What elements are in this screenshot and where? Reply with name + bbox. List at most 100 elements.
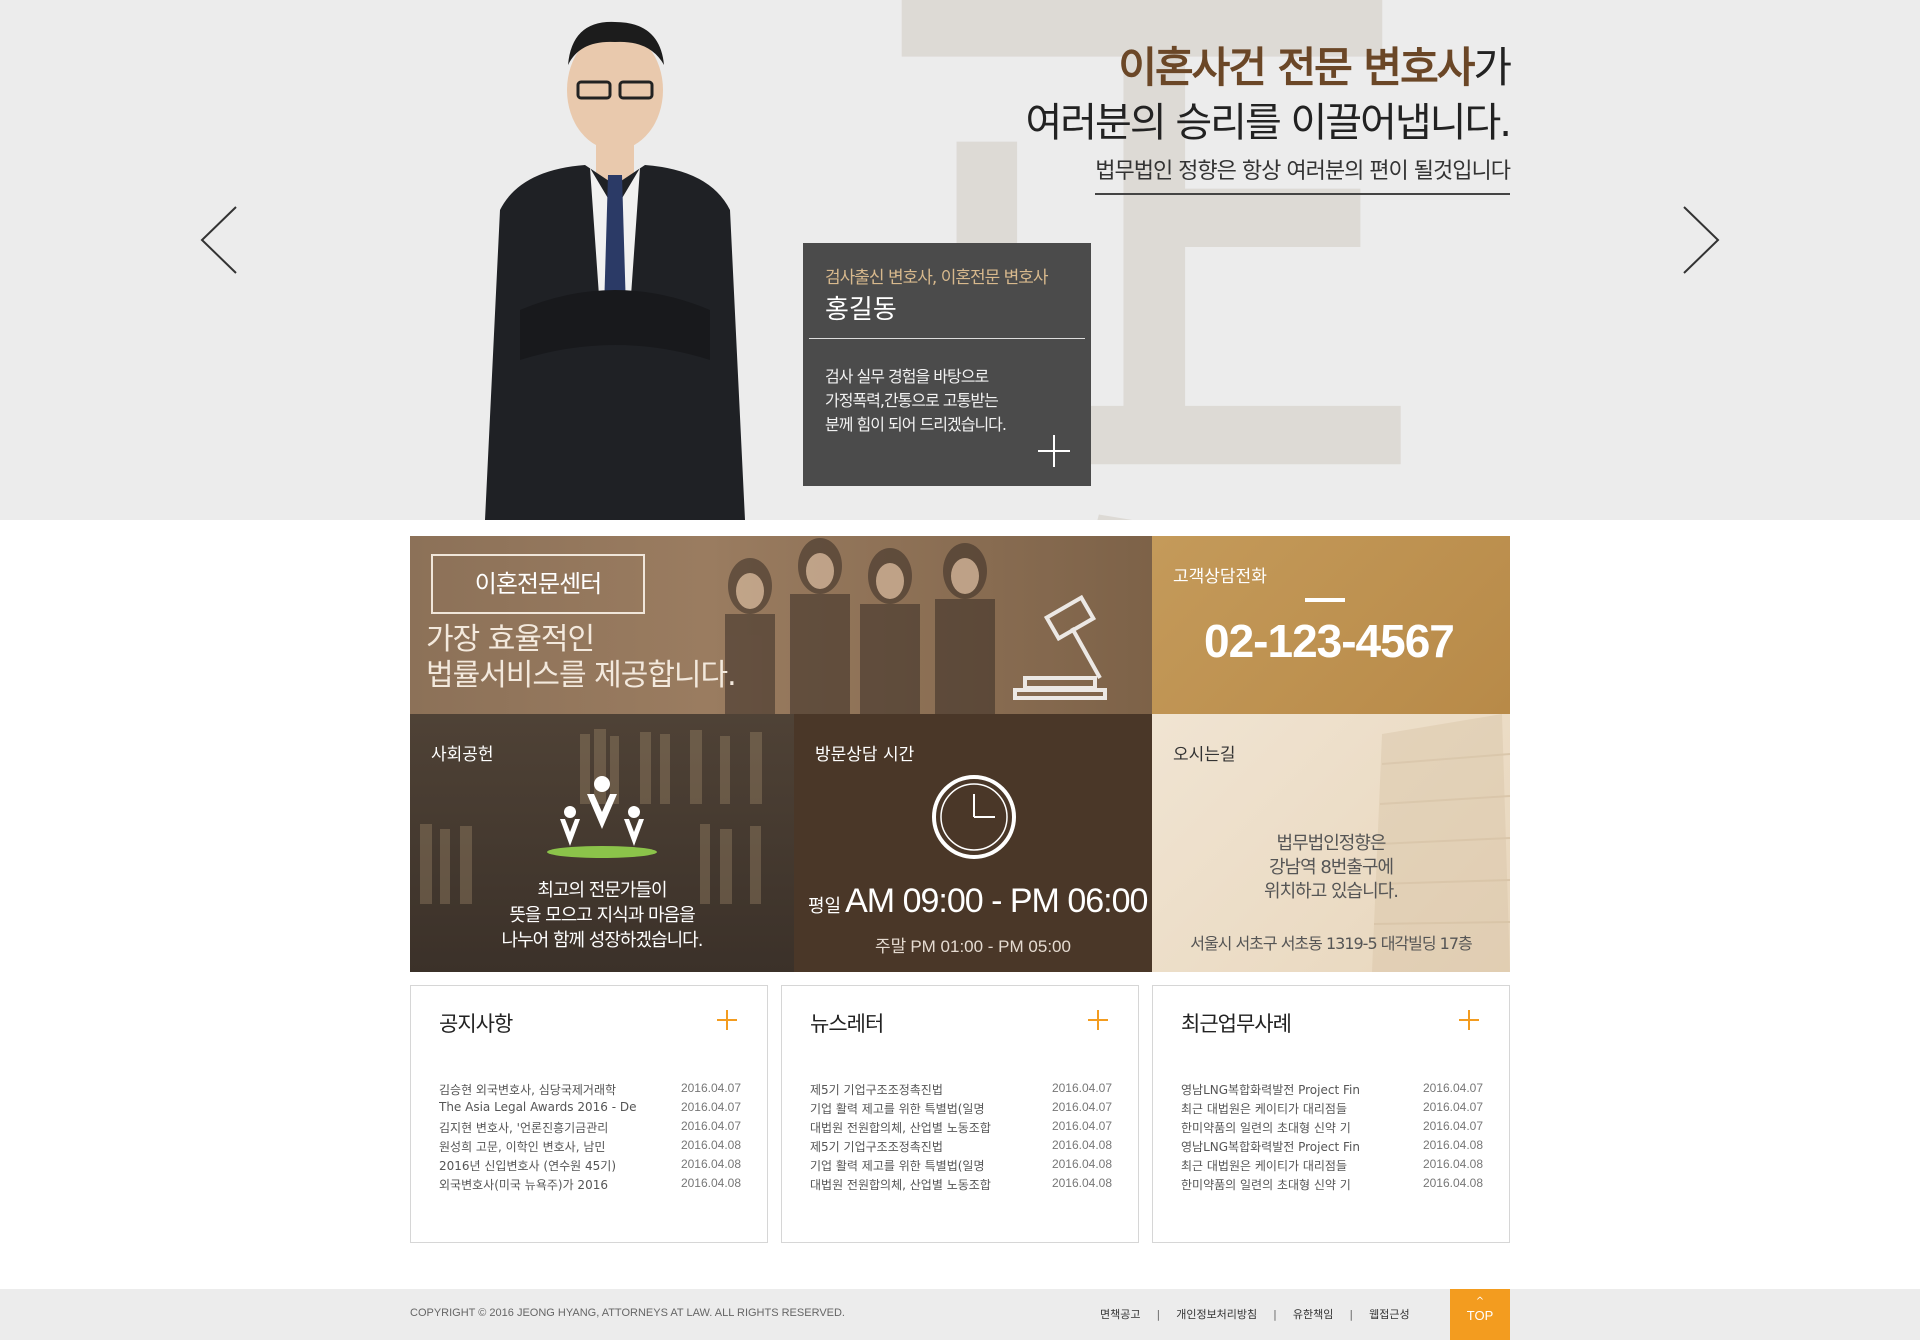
directions-line: 위치하고 있습니다. bbox=[1264, 881, 1399, 902]
board-item-title[interactable]: 영남LNG복합화력발전 Project Fin bbox=[1181, 1081, 1381, 1098]
board-item-title[interactable]: 2016년 신입변호사 (연수원 45기) bbox=[439, 1157, 639, 1174]
board-item-date: 2016.04.08 bbox=[1422, 1176, 1483, 1190]
board-item-title[interactable]: 기업 활력 제고를 위한 특별법(일명 bbox=[810, 1157, 1010, 1174]
board-item-date: 2016.04.07 bbox=[1422, 1119, 1483, 1133]
board-item-date: 2016.04.07 bbox=[680, 1119, 741, 1133]
board-item-title[interactable]: 최근 대법원은 케이티가 대리점들 bbox=[1181, 1157, 1381, 1174]
center-slogan: 가장 효율적인 법률서비스를 제공합니다. bbox=[426, 622, 737, 694]
board-item[interactable]: The Asia Legal Awards 2016 - De 2016.04.0… bbox=[439, 1100, 741, 1119]
more-plus-icon[interactable] bbox=[717, 1010, 737, 1030]
profile-description: 검사 실무 경험을 바탕으로 가정폭력,간통으로 고통받는 분께 힘이 되어 드… bbox=[825, 365, 1045, 437]
scroll-top-button[interactable]: ^ TOP bbox=[1450, 1289, 1510, 1340]
board-item[interactable]: 외국변호사(미국 뉴욕주)가 2016 2016.04.08 bbox=[439, 1176, 741, 1195]
board-item-title[interactable]: 한미약품의 일련의 초대형 신약 기 bbox=[1181, 1119, 1381, 1136]
board-item[interactable]: 제5기 기업구조조정촉진법 2016.04.07 bbox=[810, 1081, 1112, 1100]
social-line: 뜻을 모으고 지식과 마음을 bbox=[509, 905, 695, 926]
board-item[interactable]: 대법원 전원합의체, 산업별 노동조합 2016.04.08 bbox=[810, 1176, 1112, 1195]
board-item-date: 2016.04.07 bbox=[680, 1081, 741, 1095]
board-item[interactable]: 2016년 신입변호사 (연수원 45기) 2016.04.08 bbox=[439, 1157, 741, 1176]
board-item-title[interactable]: 원성희 고문, 이학인 변호사, 남민 bbox=[439, 1138, 639, 1155]
prev-slide-button[interactable] bbox=[200, 205, 240, 275]
hero-headline: 이혼사건 전문 변호사가 여러분의 승리를 이끌어냅니다. bbox=[1025, 40, 1512, 150]
phone-label: 고객상담전화 bbox=[1173, 567, 1267, 587]
visit-hours-tile[interactable]: 방문상담 시간 평일 AM 09:00 - PM 06:00 주말 PM 01:00… bbox=[794, 714, 1152, 972]
phone-number: 02-123-4567 bbox=[1204, 615, 1455, 667]
board-newsletter: 뉴스레터 제5기 기업구조조정촉진법 2016.04.07 기업 활력 제고를 위… bbox=[781, 985, 1139, 1243]
board-item-title[interactable]: 외국변호사(미국 뉴욕주)가 2016 bbox=[439, 1176, 639, 1193]
board-list: 김승현 외국변호사, 심당국제거래학 2016.04.07 The Asia Le… bbox=[439, 1081, 741, 1195]
board-item-title[interactable]: 김승현 외국변호사, 심당국제거래학 bbox=[439, 1081, 639, 1098]
board-item[interactable]: 영남LNG복합화력발전 Project Fin 2016.04.07 bbox=[1181, 1081, 1483, 1100]
directions-line: 법무법인정향은 bbox=[1276, 833, 1387, 854]
team-photo bbox=[725, 538, 995, 714]
site-footer: COPYRIGHT © 2016 JEONG HYANG, ATTORNEYS … bbox=[0, 1289, 1920, 1340]
board-item[interactable]: 김승현 외국변호사, 심당국제거래학 2016.04.07 bbox=[439, 1081, 741, 1100]
board-item-title[interactable]: 대법원 전원합의체, 산업별 노동조합 bbox=[810, 1176, 1010, 1193]
weekend-hours: 주말 PM 01:00 - PM 05:00 bbox=[794, 932, 1152, 957]
footer-link-limited-liability[interactable]: 유한책임 bbox=[1293, 1308, 1333, 1321]
board-notice: 공지사항 김승현 외국변호사, 심당국제거래학 2016.04.07 The As… bbox=[410, 985, 768, 1243]
board-item-title[interactable]: The Asia Legal Awards 2016 - De bbox=[439, 1100, 639, 1114]
footer-link-privacy[interactable]: 개인정보처리방침 bbox=[1176, 1308, 1257, 1321]
board-item[interactable]: 기업 활력 제고를 위한 특별법(일명 2016.04.08 bbox=[810, 1157, 1112, 1176]
board-section: 공지사항 김승현 외국변호사, 심당국제거래학 2016.04.07 The As… bbox=[410, 985, 1510, 1243]
footer-link-accessibility[interactable]: 웹접근성 bbox=[1369, 1308, 1409, 1321]
directions-label: 오시는길 bbox=[1173, 745, 1236, 765]
footer-link-disclaimer[interactable]: 면책공고 bbox=[1100, 1308, 1140, 1321]
slogan-line-1: 가장 효율적인 bbox=[426, 622, 595, 657]
board-item[interactable]: 영남LNG복합화력발전 Project Fin 2016.04.08 bbox=[1181, 1138, 1483, 1157]
board-item-date: 2016.04.07 bbox=[1051, 1100, 1112, 1114]
board-item[interactable]: 최근 대법원은 케이티가 대리점들 2016.04.07 bbox=[1181, 1100, 1483, 1119]
more-plus-icon[interactable] bbox=[1459, 1010, 1479, 1030]
board-item[interactable]: 최근 대법원은 케이티가 대리점들 2016.04.08 bbox=[1181, 1157, 1483, 1176]
profile-name: 홍길동 bbox=[825, 295, 897, 325]
social-label: 사회공헌 bbox=[431, 745, 494, 765]
board-item[interactable]: 원성희 고문, 이학인 변호사, 남민 2016.04.08 bbox=[439, 1138, 741, 1157]
board-item[interactable]: 대법원 전원합의체, 산업별 노동조합 2016.04.07 bbox=[810, 1119, 1112, 1138]
board-title: 뉴스레터 bbox=[810, 1012, 884, 1036]
board-item-title[interactable]: 김지현 변호사, '언론진흥기금관리 bbox=[439, 1119, 639, 1136]
phone-consult-tile[interactable]: 고객상담전화 02-123-4567 bbox=[1152, 536, 1510, 714]
board-list: 제5기 기업구조조정촉진법 2016.04.07 기업 활력 제고를 위한 특별법… bbox=[810, 1081, 1112, 1195]
next-slide-button[interactable] bbox=[1680, 205, 1720, 275]
footer-separator: | bbox=[1156, 1308, 1161, 1321]
office-address: 서울시 서초구 서초동 1319-5 대각빌딩 17층 bbox=[1190, 934, 1473, 953]
board-item-date: 2016.04.07 bbox=[1051, 1081, 1112, 1095]
top-label: TOP bbox=[1466, 1308, 1494, 1323]
divorce-center-label: 이혼전문센터 bbox=[431, 554, 645, 614]
divorce-center-tile[interactable]: 이혼전문센터 가장 효율적인 법률서비스를 제공합니다. bbox=[410, 536, 1152, 714]
board-item-date: 2016.04.08 bbox=[680, 1138, 741, 1152]
board-item-title[interactable]: 최근 대법원은 케이티가 대리점들 bbox=[1181, 1100, 1381, 1117]
board-item[interactable]: 김지현 변호사, '언론진흥기금관리 2016.04.07 bbox=[439, 1119, 741, 1138]
directions-tile[interactable]: 오시는길 법무법인정향은 강남역 8번출구에 위치하고 있습니다. 서울시 서초… bbox=[1152, 714, 1510, 972]
social-line: 나누어 함께 성장하겠습니다. bbox=[501, 930, 704, 951]
directions-line: 강남역 8번출구에 bbox=[1268, 857, 1394, 878]
profile-more-plus-icon[interactable] bbox=[1036, 433, 1072, 469]
gavel-icon bbox=[1013, 594, 1107, 700]
social-text: 최고의 전문가들이 뜻을 모으고 지식과 마음을 나누어 함께 성장하겠습니다. bbox=[410, 878, 794, 953]
board-item-title[interactable]: 영남LNG복합화력발전 Project Fin bbox=[1181, 1138, 1381, 1155]
board-item-title[interactable]: 기업 활력 제고를 위한 특별법(일명 bbox=[810, 1100, 1010, 1117]
more-plus-icon[interactable] bbox=[1088, 1010, 1108, 1030]
profile-desc-line: 분께 힘이 되어 드리겠습니다. bbox=[825, 415, 1007, 434]
board-item-title[interactable]: 제5기 기업구조조정촉진법 bbox=[810, 1081, 1010, 1098]
social-contribution-tile[interactable]: 사회공헌 최고의 전문가들이 뜻을 모으고 지식과 마음을 나누어 함께 성장하… bbox=[410, 714, 794, 972]
board-item-title[interactable]: 한미약품의 일련의 초대형 신약 기 bbox=[1181, 1176, 1381, 1193]
board-item[interactable]: 기업 활력 제고를 위한 특별법(일명 2016.04.07 bbox=[810, 1100, 1112, 1119]
profile-desc-line: 가정폭력,간통으로 고통받는 bbox=[825, 391, 999, 410]
board-item-date: 2016.04.08 bbox=[680, 1157, 741, 1171]
board-item[interactable]: 한미약품의 일련의 초대형 신약 기 2016.04.07 bbox=[1181, 1119, 1483, 1138]
board-recent-cases: 최근업무사례 영남LNG복합화력발전 Project Fin 2016.04.07… bbox=[1152, 985, 1510, 1243]
board-item-date: 2016.04.07 bbox=[1422, 1100, 1483, 1114]
lawyer-profile-card: 검사출신 변호사, 이혼전문 변호사 홍길동 검사 실무 경험을 바탕으로 가정… bbox=[803, 243, 1091, 486]
board-item[interactable]: 제5기 기업구조조정촉진법 2016.04.08 bbox=[810, 1138, 1112, 1157]
footer-separator: | bbox=[1349, 1308, 1354, 1321]
phone-dash bbox=[1305, 598, 1345, 602]
weekday-label: 평일 bbox=[808, 896, 842, 917]
board-item-date: 2016.04.07 bbox=[1422, 1081, 1483, 1095]
board-item-title[interactable]: 대법원 전원합의체, 산업별 노동조합 bbox=[810, 1119, 1010, 1136]
social-line: 최고의 전문가들이 bbox=[537, 880, 667, 901]
board-item[interactable]: 한미약품의 일련의 초대형 신약 기 2016.04.08 bbox=[1181, 1176, 1483, 1195]
board-item-title[interactable]: 제5기 기업구조조정촉진법 bbox=[810, 1138, 1010, 1155]
weekend-time: PM 01:00 - PM 05:00 bbox=[910, 937, 1071, 956]
